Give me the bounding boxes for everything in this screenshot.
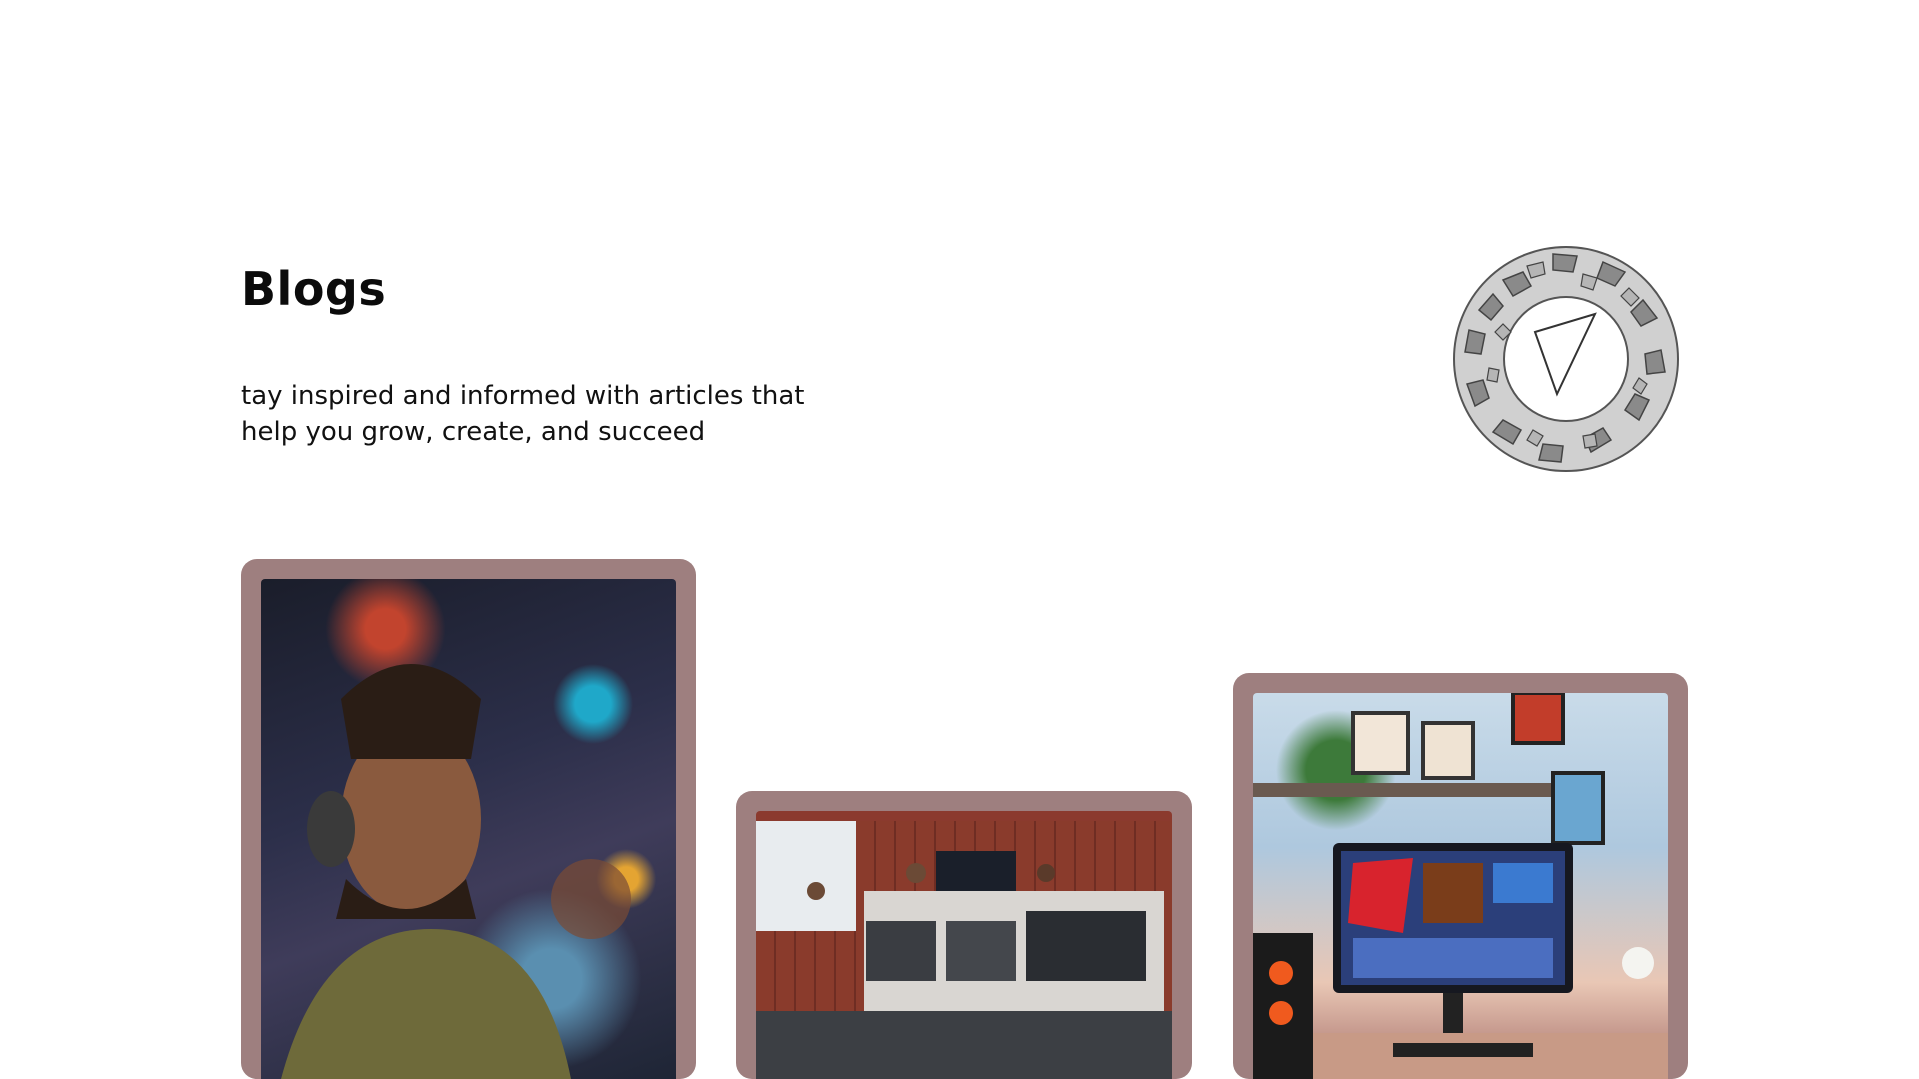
mosaic-ring-logo-icon	[1453, 246, 1679, 472]
subtitle-line-2: help you grow, create, and succeed	[241, 417, 706, 447]
man-headphones-photo-icon	[261, 579, 676, 1079]
blog-card-1[interactable]	[241, 559, 696, 1079]
desk-monitor-photo-icon	[1253, 693, 1668, 1079]
blog-card-2[interactable]	[736, 791, 1192, 1079]
blog-card-3[interactable]	[1233, 673, 1688, 1079]
page-subtitle: tay inspired and informed with articles …	[241, 378, 921, 450]
office-team-photo-icon	[756, 811, 1172, 1079]
page-title: Blogs	[241, 262, 387, 316]
blogs-page: Blogs tay inspired and informed with art…	[0, 0, 1919, 1079]
subtitle-line-1: tay inspired and informed with articles …	[241, 381, 805, 411]
